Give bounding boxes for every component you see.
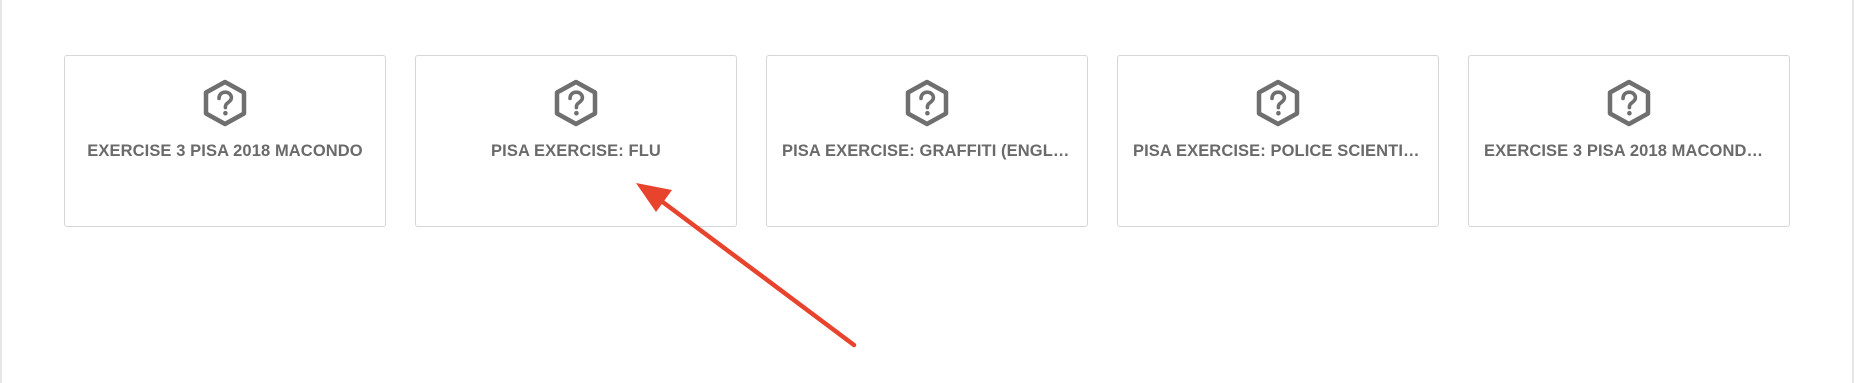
- exercise-card-list: EXERCISE 3 PISA 2018 MACONDO PISA EXERCI…: [64, 55, 1790, 227]
- exercise-card-title: PISA EXERCISE: GRAFFITI (ENGLISH): [782, 142, 1072, 160]
- exercise-gallery-page: EXERCISE 3 PISA 2018 MACONDO PISA EXERCI…: [0, 0, 1854, 383]
- exercise-card-title: EXERCISE 3 PISA 2018 MACONDO: [87, 142, 363, 160]
- question-hexagon-icon: [554, 79, 598, 127]
- exercise-card[interactable]: EXERCISE 3 PISA 2018 MACONDO_...: [1468, 55, 1790, 227]
- exercise-card[interactable]: EXERCISE 3 PISA 2018 MACONDO: [64, 55, 386, 227]
- exercise-card-title: PISA EXERCISE: POLICE SCIENTIFIC...: [1133, 142, 1423, 160]
- question-hexagon-icon: [203, 79, 247, 127]
- exercise-card-title: PISA EXERCISE: FLU: [491, 142, 661, 160]
- question-hexagon-icon: [1607, 79, 1651, 127]
- exercise-card-title: EXERCISE 3 PISA 2018 MACONDO_...: [1484, 142, 1774, 160]
- question-hexagon-icon: [1256, 79, 1300, 127]
- question-hexagon-icon: [905, 79, 949, 127]
- exercise-card[interactable]: PISA EXERCISE: GRAFFITI (ENGLISH): [766, 55, 1088, 227]
- exercise-card[interactable]: PISA EXERCISE: FLU: [415, 55, 737, 227]
- exercise-card[interactable]: PISA EXERCISE: POLICE SCIENTIFIC...: [1117, 55, 1439, 227]
- left-panel-border: [0, 0, 2, 383]
